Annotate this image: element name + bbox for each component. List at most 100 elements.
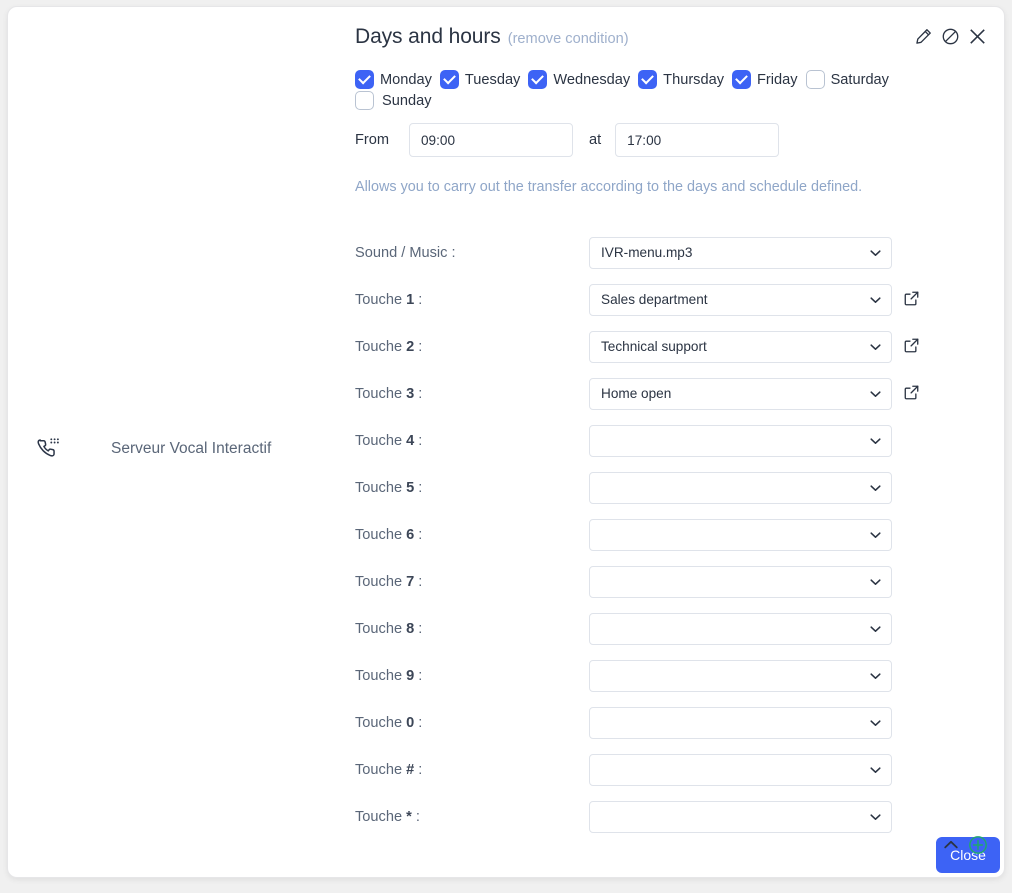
label-suffix: : (414, 761, 423, 778)
form-row-1: Touche 1 : Sales department (355, 276, 1004, 323)
remove-condition-link[interactable]: remove condition (513, 31, 624, 47)
label-suffix: : (414, 620, 423, 637)
label-prefix: Touche (355, 338, 407, 355)
day-label-saturday: Saturday (830, 71, 889, 88)
select-sound-music[interactable]: IVR-menu.mp3 (589, 236, 892, 269)
form-row-sound-music: Sound / Music : IVR-menu.mp3 (355, 229, 1004, 276)
checkbox-tuesday[interactable] (439, 70, 459, 89)
checkbox-monday[interactable] (355, 70, 374, 89)
day-thursday[interactable]: Thursday (638, 70, 724, 89)
open-external-icon[interactable] (901, 336, 921, 356)
label-suffix: : (414, 385, 423, 402)
select-wrapper-0 (589, 706, 892, 739)
label-prefix: Touche (355, 573, 407, 590)
days-checkbox-row: Monday Tuesday Wednesday Thursday Friday… (355, 70, 915, 110)
day-saturday[interactable]: Saturday (805, 70, 889, 89)
select-row[interactable] (589, 753, 892, 786)
label-suffix: : (414, 291, 423, 308)
select-7[interactable] (589, 565, 892, 598)
form-label-row: Touche # : (355, 762, 589, 778)
chevron-up-icon[interactable] (941, 835, 961, 855)
form-row-7: Touche 7 : (355, 558, 1004, 605)
checkbox-sunday[interactable] (355, 91, 374, 110)
form-row-6: Touche 6 : (355, 511, 1004, 558)
day-monday[interactable]: Monday (355, 70, 432, 89)
form-label-sound-music: Sound / Music : (355, 245, 589, 261)
select-5[interactable] (589, 471, 892, 504)
close-icon[interactable] (966, 25, 988, 47)
day-sunday[interactable] (355, 91, 374, 110)
select-wrapper-sound-music: IVR-menu.mp3 (589, 236, 892, 269)
add-circle-icon[interactable] (968, 835, 988, 855)
day-label-friday: Friday (757, 71, 798, 88)
label-suffix: : (414, 714, 423, 731)
flow-node-column: Serveur Vocal Interactif (8, 7, 341, 877)
select-wrapper-2: Technical support (589, 330, 892, 363)
edit-icon[interactable] (912, 25, 934, 47)
disable-icon[interactable] (939, 25, 961, 47)
day-tuesday[interactable]: Tuesday (439, 70, 521, 89)
from-time-input[interactable] (409, 123, 573, 157)
open-external-icon[interactable] (901, 383, 921, 403)
form-row-4: Touche 4 : (355, 417, 1004, 464)
select-4[interactable] (589, 424, 892, 457)
form-label-2: Touche 2 : (355, 339, 589, 355)
label-suffix: : (447, 244, 456, 261)
condition-hint-text: Allows you to carry out the transfer acc… (355, 179, 863, 195)
form-label-7: Touche 7 : (355, 574, 589, 590)
checkbox-thursday[interactable] (638, 70, 658, 89)
day-label-wednesday: Wednesday (553, 71, 631, 88)
form-row-2: Touche 2 : Technical support (355, 323, 1004, 370)
form-label-0: Touche 0 : (355, 715, 589, 731)
panel-header: Days and hours (remove condition) (355, 25, 629, 49)
select-wrapper-3: Home open (589, 377, 892, 410)
checkbox-friday[interactable] (732, 70, 752, 89)
day-friday[interactable]: Friday (732, 70, 798, 89)
label-prefix: Touche (355, 526, 407, 543)
day-sunday-label-wrap: Sunday (382, 93, 432, 109)
label-suffix: : (414, 338, 423, 355)
select-9[interactable] (589, 659, 892, 692)
label-suffix: : (414, 573, 423, 590)
label-prefix: Touche (355, 667, 407, 684)
select-row[interactable] (589, 800, 892, 833)
day-label-monday: Monday (380, 71, 432, 88)
label-suffix: : (411, 808, 420, 825)
form-row-row: Touche * : (355, 793, 1004, 840)
checkbox-saturday[interactable] (805, 70, 825, 89)
select-wrapper-9 (589, 659, 892, 692)
select-6[interactable] (589, 518, 892, 551)
form-label-row: Touche * : (355, 809, 589, 825)
select-wrapper-1: Sales department (589, 283, 892, 316)
select-wrapper-row (589, 800, 892, 833)
open-external-icon[interactable] (901, 289, 921, 309)
flow-node-ivr[interactable]: Serveur Vocal Interactif (32, 432, 271, 466)
select-1[interactable]: Sales department (589, 283, 892, 316)
select-0[interactable] (589, 706, 892, 739)
label-prefix: Touche (355, 385, 407, 402)
select-wrapper-6 (589, 518, 892, 551)
label-suffix: : (414, 479, 423, 496)
ivr-key-mapping-form: Sound / Music : IVR-menu.mp3 Touche 1 : Sal… (355, 229, 1004, 840)
form-label-9: Touche 9 : (355, 668, 589, 684)
form-label-1: Touche 1 : (355, 292, 589, 308)
day-label-sunday: Sunday (382, 92, 432, 109)
label-prefix: Touche (355, 291, 407, 308)
day-label-tuesday: Tuesday (464, 71, 521, 88)
label-suffix: : (414, 667, 423, 684)
panel-header-actions (912, 25, 988, 47)
select-wrapper-5 (589, 471, 892, 504)
day-wednesday[interactable]: Wednesday (528, 70, 630, 89)
form-label-5: Touche 5 : (355, 480, 589, 496)
label-prefix: Touche (355, 479, 407, 496)
ivr-config-card: Serveur Vocal Interactif Days and hours … (7, 6, 1005, 878)
select-wrapper-7 (589, 565, 892, 598)
checkbox-wednesday[interactable] (528, 70, 548, 89)
day-label-thursday: Thursday (663, 71, 725, 88)
select-2[interactable]: Technical support (589, 330, 892, 363)
form-row-0: Touche 0 : (355, 699, 1004, 746)
form-label-4: Touche 4 : (355, 433, 589, 449)
select-3[interactable]: Home open (589, 377, 892, 410)
to-time-input[interactable] (615, 123, 780, 157)
select-8[interactable] (589, 612, 892, 645)
